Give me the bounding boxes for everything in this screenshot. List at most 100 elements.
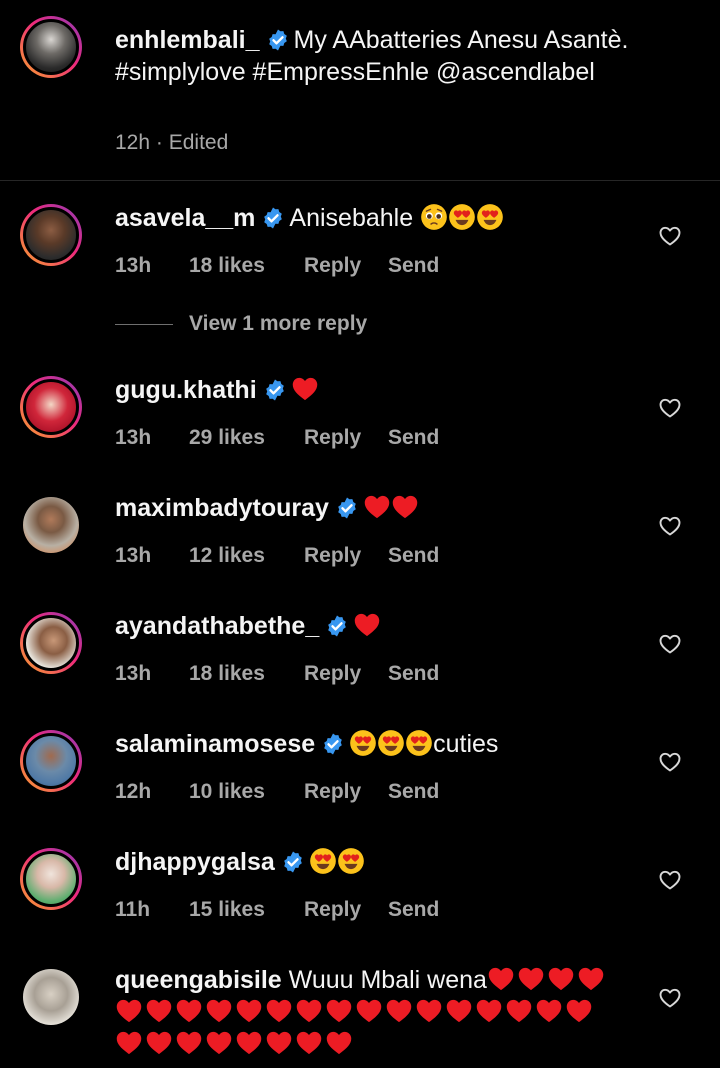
send-button[interactable]: Send bbox=[388, 780, 439, 804]
comment-username[interactable]: ayandathabethe_ bbox=[115, 612, 319, 640]
comment-username[interactable]: queengabisile bbox=[115, 966, 282, 994]
reply-button[interactable]: Reply bbox=[304, 544, 388, 568]
comment-likes[interactable]: 15 likes bbox=[189, 898, 304, 922]
caption-separator: · bbox=[155, 131, 163, 154]
heart-eyes-icon bbox=[448, 203, 476, 231]
send-button[interactable]: Send bbox=[388, 898, 439, 922]
comment-likes[interactable]: 10 likes bbox=[189, 780, 304, 804]
comment-avatar[interactable] bbox=[20, 966, 82, 1028]
like-heart-icon[interactable] bbox=[658, 750, 682, 774]
red-heart-icon bbox=[385, 997, 413, 1025]
red-heart-icon bbox=[363, 493, 391, 521]
reply-button[interactable]: Reply bbox=[304, 898, 388, 922]
red-heart-icon bbox=[487, 965, 515, 993]
comment-meta: 13h 18 likes Reply Send bbox=[115, 254, 439, 278]
comment-item: ayandathabethe_ 13h 18 likes Reply Send bbox=[0, 600, 720, 718]
comment-time: 13h bbox=[115, 426, 152, 449]
heart-eyes-icon bbox=[309, 847, 337, 875]
comment-time: 12h bbox=[115, 780, 152, 803]
caption-username[interactable]: enhlembali_ bbox=[115, 26, 260, 54]
comment-likes[interactable]: 18 likes bbox=[189, 254, 304, 278]
verified-badge-icon bbox=[261, 206, 285, 230]
caption-avatar[interactable] bbox=[20, 16, 82, 78]
red-heart-icon bbox=[353, 611, 381, 639]
heart-eyes-icon bbox=[405, 729, 433, 757]
red-heart-icon bbox=[325, 997, 353, 1025]
comment-text: djhappygalsa bbox=[115, 846, 645, 878]
comment-likes[interactable]: 12 likes bbox=[189, 544, 304, 568]
reply-button[interactable]: Reply bbox=[304, 254, 388, 278]
comment-avatar[interactable] bbox=[20, 848, 82, 910]
comment-body: Wuuu Mbali wena bbox=[288, 966, 487, 994]
red-heart-icon bbox=[265, 1029, 293, 1057]
comment-first-line: queengabisile Wuuu Mbali wena bbox=[115, 964, 645, 996]
comment-username[interactable]: asavela__m bbox=[115, 204, 255, 232]
like-heart-icon[interactable] bbox=[658, 868, 682, 892]
comment-avatar[interactable] bbox=[20, 494, 82, 556]
comment-meta: 11h 15 likes Reply Send bbox=[115, 898, 439, 922]
comment-avatar[interactable] bbox=[20, 612, 82, 674]
post-caption: enhlembali_ My AAbatteries Anesu Asantè. … bbox=[0, 0, 720, 180]
comment-username[interactable]: gugu.khathi bbox=[115, 376, 257, 404]
red-heart-icon bbox=[505, 997, 533, 1025]
reply-button[interactable]: Reply bbox=[304, 662, 388, 686]
send-button[interactable]: Send bbox=[388, 544, 439, 568]
red-heart-icon bbox=[355, 997, 383, 1025]
red-heart-icon bbox=[145, 1029, 173, 1057]
comment-time: 13h bbox=[115, 254, 152, 277]
heart-row bbox=[115, 1028, 645, 1060]
reply-button[interactable]: Reply bbox=[304, 780, 388, 804]
like-heart-icon[interactable] bbox=[658, 224, 682, 248]
red-heart-icon bbox=[445, 997, 473, 1025]
comment-meta: 13h 18 likes Reply Send bbox=[115, 662, 439, 686]
verified-badge-icon bbox=[266, 28, 290, 52]
send-button[interactable]: Send bbox=[388, 426, 439, 450]
verified-badge-icon bbox=[325, 614, 349, 638]
comment-meta: 13h 29 likes Reply Send bbox=[115, 426, 439, 450]
comment-likes[interactable]: 18 likes bbox=[189, 662, 304, 686]
comment-text: salaminamosese cuties bbox=[115, 728, 645, 760]
comment-avatar[interactable] bbox=[20, 204, 82, 266]
view-more-replies[interactable]: View 1 more reply bbox=[115, 312, 367, 342]
view-more-replies-label[interactable]: View 1 more reply bbox=[189, 312, 367, 335]
red-heart-icon bbox=[517, 965, 545, 993]
like-heart-icon[interactable] bbox=[658, 986, 682, 1010]
red-heart-icon bbox=[235, 1029, 263, 1057]
comment-item: asavela__m Anisebahle 13h 18 likes Reply Sen… bbox=[0, 192, 720, 312]
comment-text: ayandathabethe_ bbox=[115, 610, 645, 642]
comment-item: gugu.khathi 13h 29 likes Reply Send bbox=[0, 364, 720, 482]
comment-avatar[interactable] bbox=[20, 730, 82, 792]
reply-thread-line bbox=[115, 323, 173, 325]
red-heart-icon bbox=[265, 997, 293, 1025]
red-heart-icon bbox=[391, 493, 419, 521]
send-button[interactable]: Send bbox=[388, 254, 439, 278]
red-heart-icon bbox=[115, 997, 143, 1025]
red-heart-icon bbox=[547, 965, 575, 993]
comment-time: 13h bbox=[115, 662, 152, 685]
comment-username[interactable]: djhappygalsa bbox=[115, 848, 275, 876]
red-heart-icon bbox=[577, 965, 605, 993]
comment-time: 11h bbox=[115, 898, 151, 921]
send-button[interactable]: Send bbox=[388, 662, 439, 686]
caption-edited: Edited bbox=[168, 131, 229, 154]
like-heart-icon[interactable] bbox=[658, 514, 682, 538]
red-heart-icon bbox=[205, 997, 233, 1025]
comment-likes[interactable]: 29 likes bbox=[189, 426, 304, 450]
comment-username[interactable]: salaminamosese bbox=[115, 730, 315, 758]
like-heart-icon[interactable] bbox=[658, 632, 682, 656]
caption-divider bbox=[0, 180, 720, 181]
comment-username[interactable]: maximbadytouray bbox=[115, 494, 329, 522]
comment-item: djhappygalsa 11h 15 likes Reply Send bbox=[0, 836, 720, 954]
comment-avatar[interactable] bbox=[20, 376, 82, 438]
red-heart-icon bbox=[175, 1029, 203, 1057]
caption-text-block: enhlembali_ My AAbatteries Anesu Asantè. … bbox=[115, 24, 705, 88]
caption-time: 12h bbox=[115, 131, 151, 154]
comment-text: gugu.khathi bbox=[115, 374, 645, 406]
comment-meta: 13h 12 likes Reply Send bbox=[115, 544, 439, 568]
red-heart-icon bbox=[291, 375, 319, 403]
red-heart-icon bbox=[475, 997, 503, 1025]
red-heart-icon bbox=[295, 997, 323, 1025]
reply-button[interactable]: Reply bbox=[304, 426, 388, 450]
like-heart-icon[interactable] bbox=[658, 396, 682, 420]
red-heart-icon bbox=[235, 997, 263, 1025]
